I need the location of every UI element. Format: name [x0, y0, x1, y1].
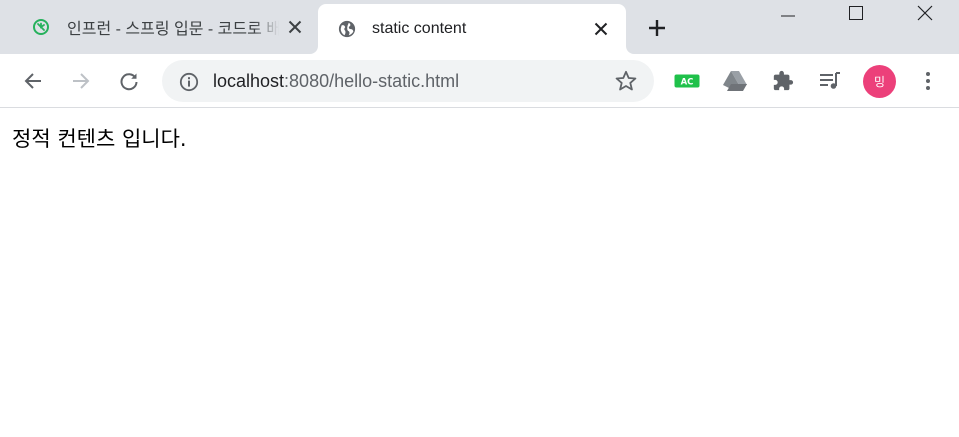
body-text: 정적 컨텐츠 입니다. [12, 127, 187, 151]
maximize-button[interactable] [833, 0, 878, 26]
star-icon[interactable] [614, 69, 638, 93]
close-icon[interactable] [286, 18, 304, 36]
reload-button[interactable] [116, 68, 142, 94]
tab-inflearn[interactable]: 인프런 - 스프링 입문 - 코드로 배우는 스프링 부트 [10, 0, 318, 54]
extensions-button[interactable] [770, 68, 796, 94]
tab-strip: 인프런 - 스프링 입문 - 코드로 배우는 스프링 부트 static con… [0, 0, 959, 54]
tab-title: static content [372, 20, 467, 37]
maximize-icon [848, 6, 863, 20]
ac-badge-icon: AC [674, 74, 700, 88]
info-icon[interactable] [179, 72, 199, 92]
minimize-icon [780, 15, 795, 17]
puzzle-icon [773, 70, 794, 91]
close-icon[interactable] [592, 20, 610, 38]
ac-extension-button[interactable]: AC [674, 68, 700, 94]
avatar[interactable]: 밍 [863, 65, 896, 98]
ac-badge-label: AC [681, 77, 694, 87]
tab-title: 인프런 - 스프링 입문 - 코드로 배우는 스프링 부트 [67, 21, 279, 38]
inflearn-icon [33, 19, 49, 35]
globe-icon [338, 20, 356, 38]
arrow-left-icon [24, 73, 41, 89]
arrow-right-icon [73, 73, 90, 89]
reload-icon [120, 73, 138, 91]
forward-button[interactable] [68, 68, 94, 94]
url-path: :8080/hello-static.html [284, 71, 460, 91]
toolbar: localhost:8080/hello-static.html AC 밍 [0, 54, 959, 108]
window-close-button[interactable] [902, 0, 947, 26]
url-text[interactable]: localhost:8080/hello-static.html [213, 71, 459, 92]
google-drive-extension-button[interactable] [722, 68, 748, 94]
new-tab-button[interactable] [646, 17, 668, 39]
back-button[interactable] [20, 68, 46, 94]
close-icon [917, 5, 932, 21]
tab-static-content[interactable]: static content [318, 4, 626, 54]
minimize-button[interactable] [765, 0, 810, 26]
google-drive-icon [723, 71, 747, 91]
menu-button[interactable] [915, 68, 941, 94]
media-controls-button[interactable] [817, 68, 843, 94]
url-host: localhost [213, 71, 285, 91]
address-bar[interactable]: localhost:8080/hello-static.html [162, 60, 654, 102]
kebab-menu-icon [926, 72, 930, 90]
page-content: 정적 컨텐츠 입니다. [0, 109, 959, 437]
playlist-music-icon [820, 72, 840, 89]
